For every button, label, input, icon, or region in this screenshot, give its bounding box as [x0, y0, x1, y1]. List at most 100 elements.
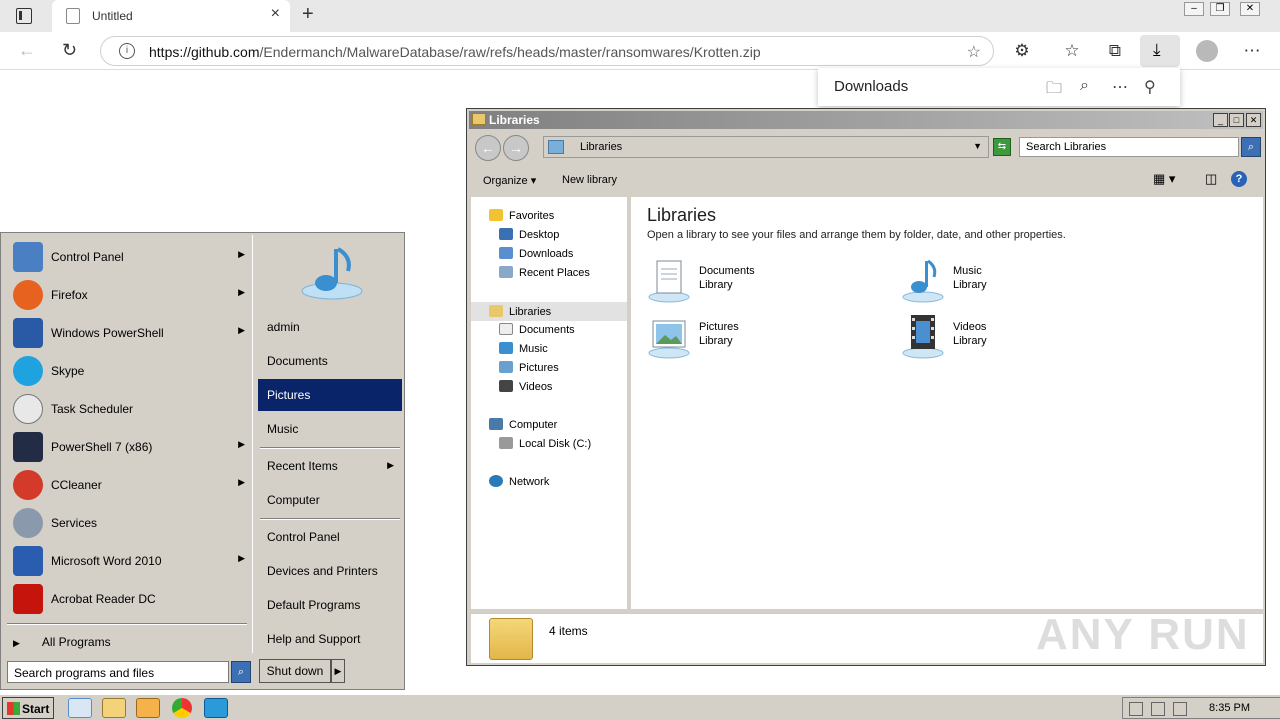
tab-actions-icon[interactable] — [16, 8, 32, 24]
minimize-button[interactable]: – — [1184, 2, 1204, 16]
program-item[interactable]: Windows PowerShell ▶ — [9, 315, 253, 351]
refresh-icon[interactable]: ⇆ — [993, 138, 1011, 156]
media-player-icon[interactable] — [136, 698, 160, 718]
computer-item[interactable]: Computer — [258, 484, 402, 516]
star-icon — [489, 209, 503, 221]
program-item[interactable]: Control Panel ▶ — [9, 239, 253, 275]
organize-button[interactable]: Organize ▾ — [483, 174, 536, 187]
program-item[interactable]: Skype — [9, 353, 253, 389]
downloads-button[interactable]: ⤓ — [1140, 35, 1180, 67]
tab-title: Untitled — [92, 9, 133, 23]
clock[interactable]: 8:35 PM — [1209, 702, 1250, 714]
back-icon[interactable]: ← — [18, 40, 36, 61]
favorites-icon[interactable]: ☆ — [1060, 41, 1084, 61]
browser-tab[interactable]: Untitled × — [52, 0, 290, 32]
all-programs-item[interactable]: ▶ All Programs — [13, 635, 111, 649]
program-item[interactable]: Services — [9, 505, 253, 541]
new-library-button[interactable]: New library — [562, 174, 617, 186]
extensions-icon[interactable]: ⚙ — [1010, 41, 1034, 61]
task-scheduler-icon — [13, 394, 43, 424]
edge-icon[interactable] — [204, 698, 228, 718]
tree-pictures[interactable]: Pictures — [499, 361, 559, 374]
view-options-icon[interactable]: ▦ ▾ — [1153, 171, 1175, 187]
start-search-input[interactable]: Search programs and files — [7, 661, 229, 683]
tree-downloads[interactable]: Downloads — [499, 247, 573, 260]
tree-desktop[interactable]: Desktop — [499, 228, 559, 241]
library-music[interactable]: Music Library — [901, 257, 1121, 307]
program-item[interactable]: CCleaner ▶ — [9, 467, 253, 503]
action-center-icon[interactable] — [1129, 702, 1143, 716]
recent-items-item[interactable]: Recent Items ▶ — [258, 450, 402, 482]
help-support-item[interactable]: Help and Support — [258, 623, 402, 655]
preview-pane-icon[interactable]: ◫ — [1205, 171, 1217, 187]
network-icon[interactable] — [1151, 702, 1165, 716]
default-programs-item[interactable]: Default Programs — [258, 589, 402, 621]
collections-icon[interactable]: ⧉ — [1103, 41, 1127, 61]
profile-avatar[interactable] — [1196, 40, 1218, 62]
close-tab-icon[interactable]: × — [271, 5, 280, 23]
minimize-button[interactable]: _ — [1213, 113, 1228, 127]
more-options-icon[interactable]: ⋯ — [1240, 41, 1264, 61]
back-icon[interactable]: ← — [475, 135, 501, 161]
program-item[interactable]: Microsoft Word 2010 ▶ — [9, 543, 253, 579]
site-info-icon[interactable]: i — [119, 43, 135, 59]
address-bar[interactable]: i https://github.com/Endermanch/MalwareD… — [100, 36, 994, 66]
window-title-bar[interactable]: Libraries _ □ ✕ — [469, 111, 1263, 129]
search-icon[interactable]: ⌕ — [1080, 77, 1089, 95]
library-videos[interactable]: Videos Library — [901, 313, 1121, 363]
shutdown-button[interactable]: Shut down — [259, 659, 331, 683]
item-label: Computer — [267, 493, 320, 507]
tree-libraries[interactable]: Libraries — [471, 302, 627, 321]
restore-button[interactable]: ❐ — [1210, 2, 1230, 16]
chevron-down-icon[interactable]: ▼ — [973, 141, 982, 151]
forward-icon[interactable]: → — [503, 135, 529, 161]
tree-documents[interactable]: Documents — [499, 323, 575, 336]
tree-music[interactable]: Music — [499, 342, 548, 355]
shutdown-options-icon[interactable]: ▶ — [331, 659, 345, 683]
internet-explorer-icon[interactable] — [68, 698, 92, 718]
program-label: Services — [51, 516, 98, 530]
program-label: Acrobat Reader DC — [51, 592, 156, 606]
help-icon[interactable]: ? — [1231, 171, 1247, 187]
chrome-icon[interactable] — [172, 698, 192, 718]
user-folder-item[interactable]: admin — [258, 311, 402, 343]
search-icon[interactable]: ⌕ — [231, 661, 251, 683]
address-bar[interactable]: Libraries ▼ — [543, 136, 989, 158]
devices-printers-item[interactable]: Devices and Printers — [258, 555, 402, 587]
program-item[interactable]: Acrobat Reader DC — [9, 581, 253, 617]
close-button[interactable]: ✕ — [1246, 113, 1261, 127]
tree-videos[interactable]: Videos — [499, 380, 552, 393]
open-folder-icon[interactable]: 🗀 — [1046, 77, 1062, 104]
program-item[interactable]: PowerShell 7 (x86) ▶ — [9, 429, 253, 465]
more-icon[interactable]: ⋯ — [1112, 77, 1128, 97]
library-pictures[interactable]: Pictures Library — [647, 313, 867, 363]
pin-icon[interactable]: ⚲ — [1144, 77, 1156, 97]
music-item[interactable]: Music — [258, 413, 402, 445]
tree-recent-places[interactable]: Recent Places — [499, 266, 590, 279]
start-button[interactable]: Start — [2, 697, 54, 719]
program-item[interactable]: Firefox ▶ — [9, 277, 253, 313]
library-documents[interactable]: Documents Library — [647, 257, 867, 307]
tree-favorites[interactable]: Favorites — [489, 209, 554, 222]
program-item[interactable]: Task Scheduler — [9, 391, 253, 427]
item-label: Control Panel — [267, 530, 340, 544]
tree-local-disk[interactable]: Local Disk (C:) — [499, 437, 591, 450]
close-window-button[interactable]: ✕ — [1240, 2, 1260, 16]
volume-icon[interactable] — [1173, 702, 1187, 716]
separator — [7, 623, 247, 625]
item-label: Music — [267, 422, 299, 436]
new-tab-icon[interactable]: + — [302, 3, 314, 26]
refresh-icon[interactable]: ↻ — [62, 40, 77, 61]
add-favorite-icon[interactable]: ☆ — [967, 42, 981, 62]
item-label: Documents — [267, 354, 328, 368]
tree-network[interactable]: Network — [489, 475, 549, 488]
pictures-item[interactable]: Pictures — [258, 379, 402, 411]
library-kind: Library — [953, 279, 987, 291]
search-icon[interactable]: ⌕ — [1241, 137, 1261, 157]
tree-computer[interactable]: Computer — [489, 418, 557, 431]
maximize-button[interactable]: □ — [1229, 113, 1244, 127]
control-panel-item[interactable]: Control Panel — [258, 521, 402, 553]
explorer-icon[interactable] — [102, 698, 126, 718]
documents-item[interactable]: Documents — [258, 345, 402, 377]
search-input[interactable]: Search Libraries — [1019, 137, 1239, 157]
